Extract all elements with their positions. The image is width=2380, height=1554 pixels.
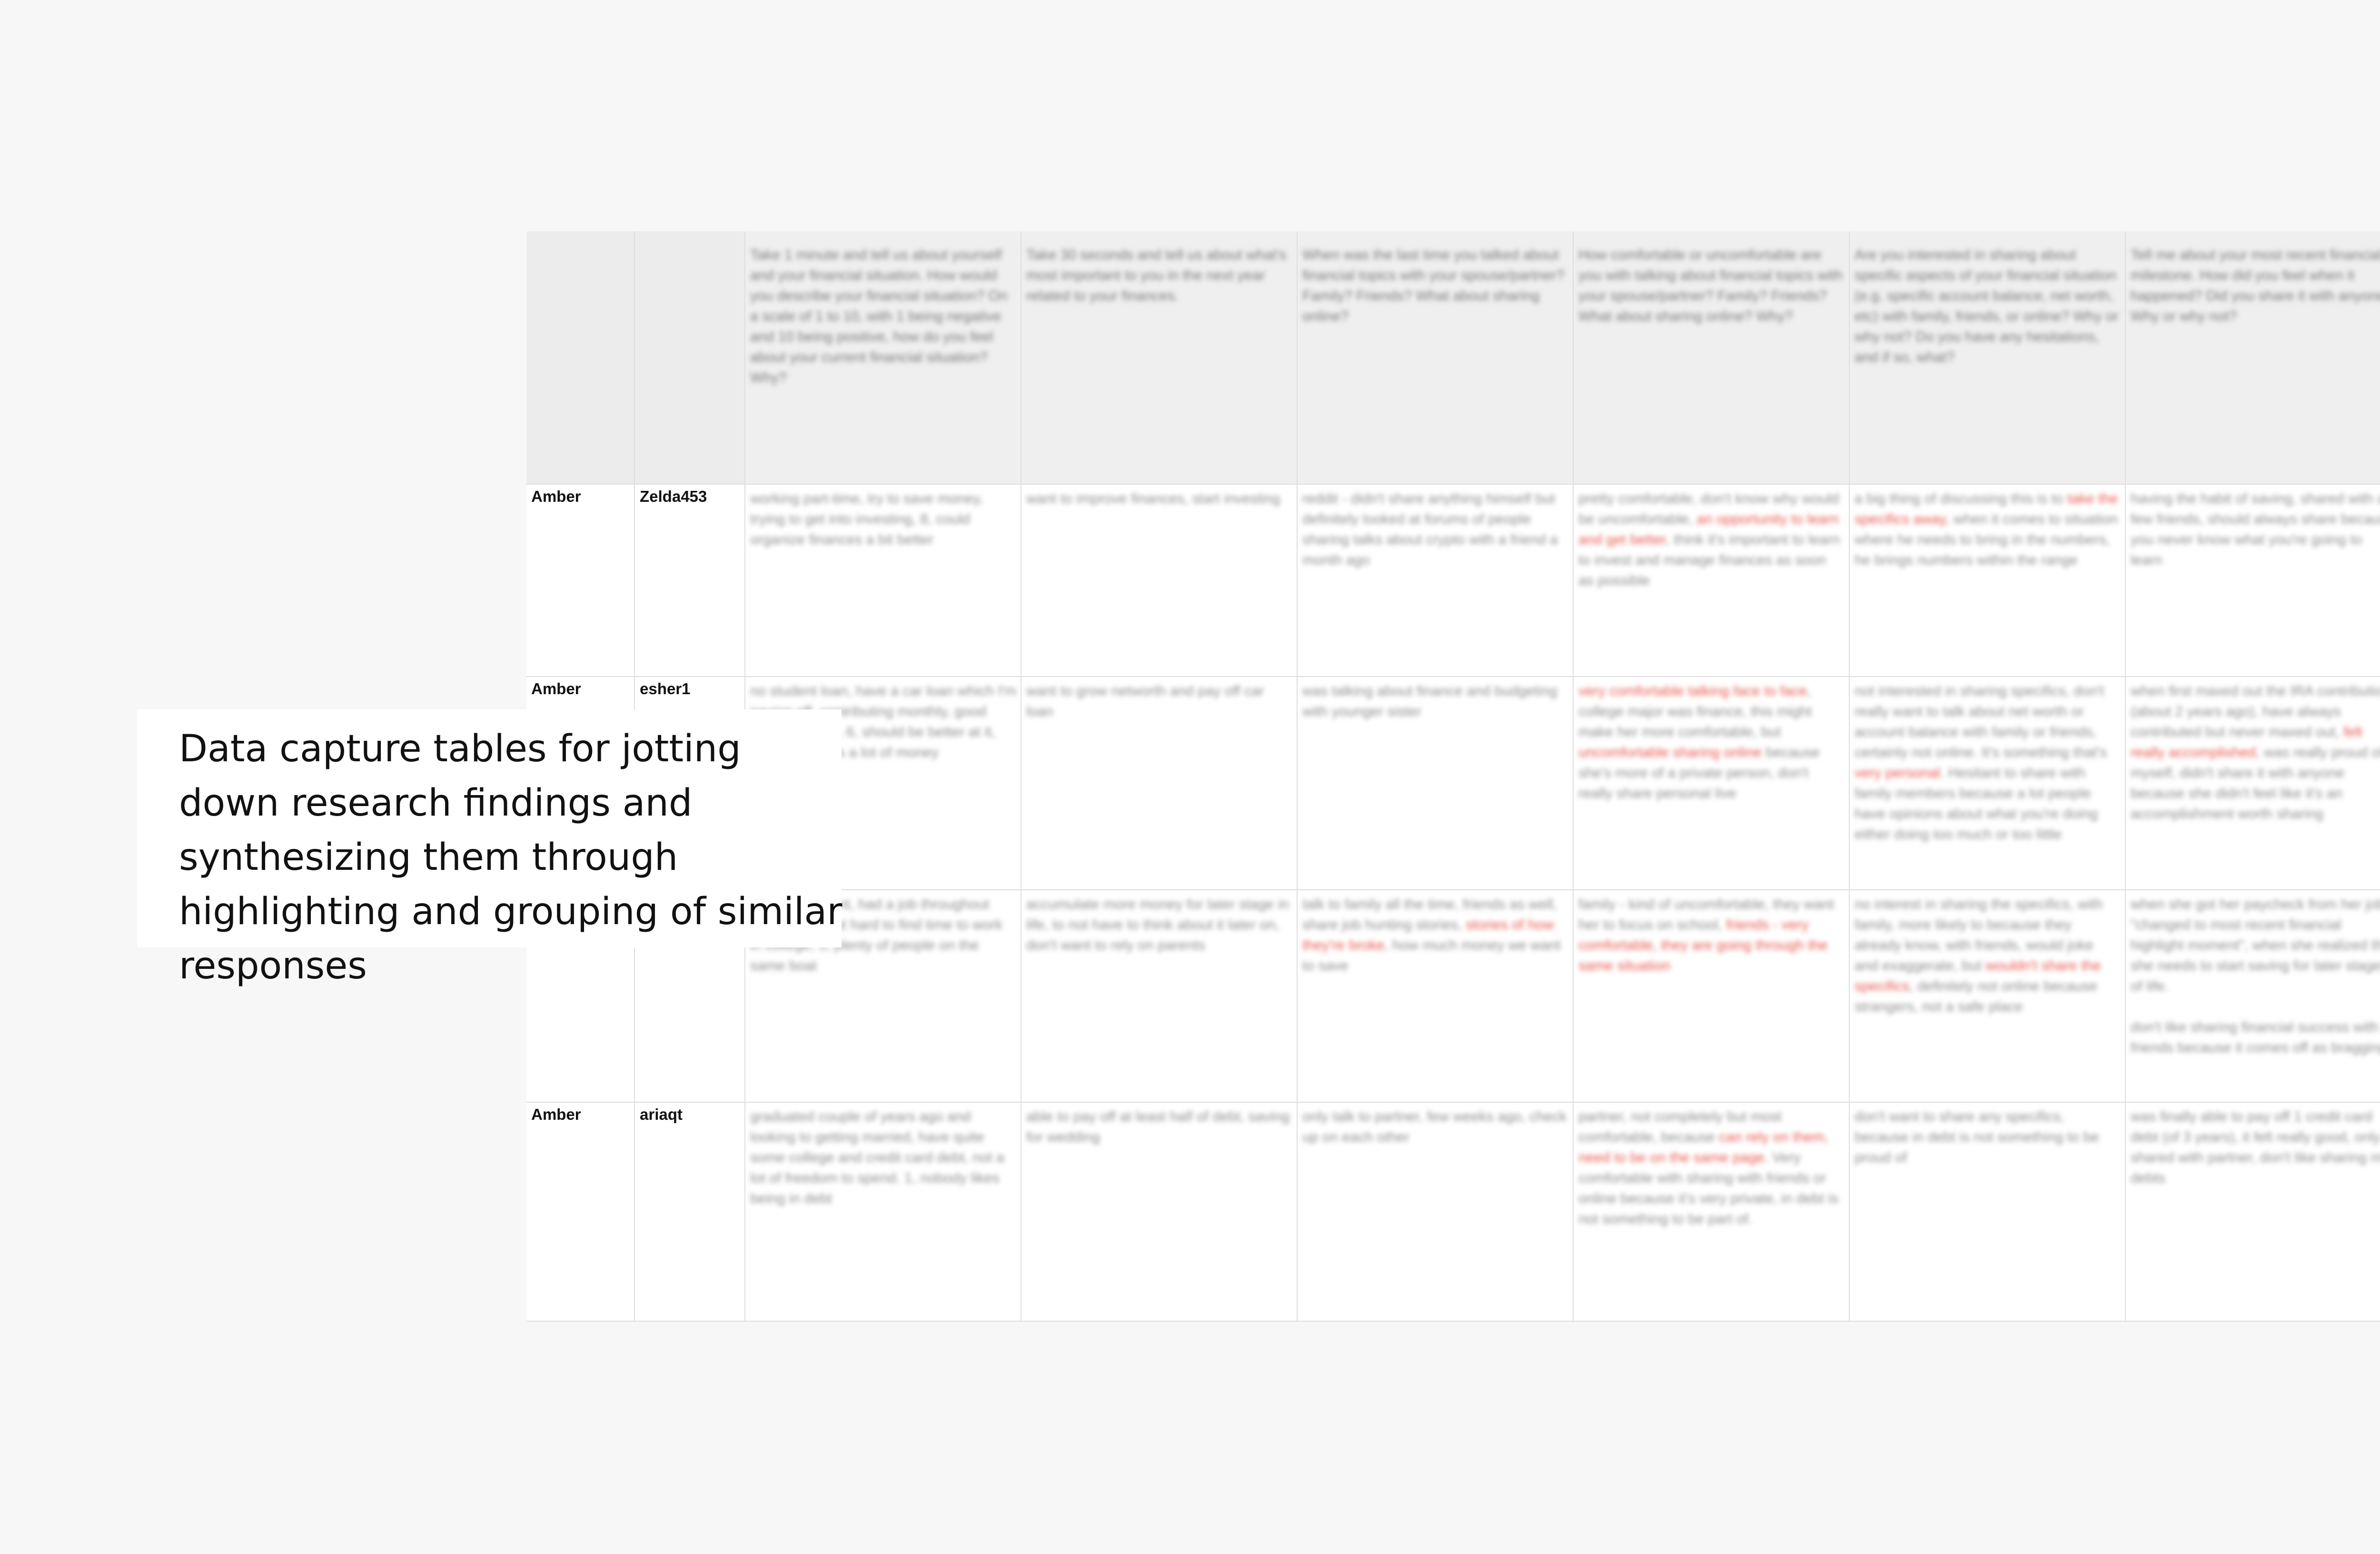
response-text: was finally able to pay off 1 credit car… — [2131, 1109, 2380, 1186]
answer-cell: a big thing of discussing this is to tak… — [1850, 485, 2126, 677]
response-text: when she got her paycheck from her job, … — [2131, 897, 2380, 1056]
answer-cell: accumulate more money for later stage in… — [1021, 890, 1298, 1103]
answer-cell: reddit - didn't share anything himself b… — [1298, 485, 1574, 677]
answer-cell: want to improve finances, start investin… — [1021, 485, 1298, 677]
answer-cell: was talking about finance and budgeting … — [1298, 677, 1574, 890]
answer-text: don't want to share any specifics, becau… — [1854, 1106, 2121, 1168]
response-text: when first maxed out the IRA contributio… — [2131, 683, 2380, 740]
answer-cell: only talk to partner, few weeks ago, che… — [1298, 1103, 1574, 1322]
answer-text: able to pay off at least half of debt, s… — [1026, 1106, 1293, 1147]
response-text: want to improve finances, start investin… — [1026, 491, 1280, 507]
participant-name: Zelda453 — [640, 488, 707, 505]
highlighted-response: uncomfortable sharing online — [1578, 745, 1762, 760]
answer-cell: talk to family all the time, friends as … — [1298, 890, 1574, 1103]
question-text: How comfortable or uncomfortable are you… — [1578, 247, 1843, 324]
answer-cell: was finally able to pay off 1 credit car… — [2126, 1103, 2380, 1322]
answer-cell: no interest in sharing the specifics, wi… — [1850, 890, 2126, 1103]
answer-cell: want to grow networth and pay off car lo… — [1021, 677, 1298, 890]
answer-text: partner, not completely but most comfort… — [1578, 1106, 1845, 1229]
question-header-6: Tell me about your most recent financial… — [2126, 231, 2380, 485]
answer-cell: graduated couple of years ago and lookin… — [745, 1103, 1021, 1322]
participant-name: esher1 — [640, 680, 691, 697]
answer-text: accumulate more money for later stage in… — [1026, 894, 1293, 956]
question-header-2: Take 30 seconds and tell us about what's… — [1021, 231, 1298, 485]
caption-box: Data capture tables for jotting down res… — [137, 709, 842, 987]
answer-cell: don't want to share any specifics, becau… — [1850, 1103, 2126, 1322]
answer-cell: having the habit of saving, shared with … — [2126, 485, 2380, 677]
answer-cell: when first maxed out the IRA contributio… — [2126, 677, 2380, 890]
answer-cell: not interested in sharing specifics, don… — [1850, 677, 2126, 890]
highlighted-response: very personal — [1854, 765, 1941, 781]
answer-cell: very comfortable talking face to face, c… — [1574, 677, 1850, 890]
response-text: able to pay off at least half of debt, s… — [1026, 1109, 1290, 1145]
response-text: working part-time, try to save money, tr… — [750, 491, 983, 548]
header-blank-interviewer — [526, 231, 635, 485]
answer-text: talk to family all the time, friends as … — [1302, 894, 1569, 976]
answer-text: pretty comfortable, don't know why would… — [1578, 488, 1845, 591]
response-text: not interested in sharing specifics, don… — [1854, 683, 2107, 760]
answer-text: only talk to partner, few weeks ago, che… — [1302, 1106, 1569, 1147]
question-header-4: How comfortable or uncomfortable are you… — [1574, 231, 1850, 485]
participant-cell: Zelda453 — [635, 485, 745, 677]
response-text: accumulate more money for later stage in… — [1026, 897, 1289, 953]
caption-text: Data capture tables for jotting down res… — [179, 727, 843, 987]
answer-text: graduated couple of years ago and lookin… — [750, 1106, 1017, 1209]
answer-text: reddit - didn't share anything himself b… — [1302, 488, 1569, 570]
interviewer-cell: Amber — [526, 485, 635, 677]
response-text: was talking about finance and budgeting … — [1302, 683, 1557, 719]
question-text: Take 1 minute and tell us about yourself… — [750, 247, 1008, 386]
interviewer-cell: Amber — [526, 1103, 635, 1322]
interviewer-name: Amber — [531, 1106, 581, 1123]
answer-text: want to grow networth and pay off car lo… — [1026, 681, 1293, 722]
question-header-1: Take 1 minute and tell us about yourself… — [745, 231, 1021, 485]
highlighted-response: very comfortable talking face to face — [1578, 683, 1807, 699]
response-text: don't want to share any specifics, becau… — [1854, 1109, 2099, 1166]
participant-cell: ariaqt — [635, 1103, 745, 1322]
answer-text: was finally able to pay off 1 credit car… — [2131, 1106, 2380, 1188]
question-header-3: When was the last time you talked about … — [1298, 231, 1574, 485]
response-text: reddit - didn't share anything himself b… — [1302, 491, 1558, 568]
answer-cell: when she got her paycheck from her job, … — [2126, 890, 2380, 1103]
question-text: Are you interested in sharing about spec… — [1854, 247, 2119, 365]
response-text: graduated couple of years ago and lookin… — [750, 1109, 1004, 1206]
answer-cell: family - kind of uncomfortable, they wan… — [1574, 890, 1850, 1103]
participant-name: ariaqt — [640, 1106, 683, 1123]
answer-text: when she got her paycheck from her job, … — [2131, 894, 2380, 1058]
question-text: When was the last time you talked about … — [1302, 247, 1565, 324]
answer-cell: partner, not completely but most comfort… — [1574, 1103, 1850, 1322]
answer-cell: working part-time, try to save money, tr… — [745, 485, 1021, 677]
question-text: Tell me about your most recent financial… — [2131, 247, 2380, 324]
response-text: only talk to partner, few weeks ago, che… — [1302, 1109, 1567, 1145]
response-text: having the habit of saving, shared with … — [2131, 491, 2380, 568]
answer-text: was talking about finance and budgeting … — [1302, 681, 1569, 722]
answer-cell: able to pay off at least half of debt, s… — [1021, 1103, 1298, 1322]
answer-text: not interested in sharing specifics, don… — [1854, 681, 2121, 845]
answer-text: want to improve finances, start investin… — [1026, 488, 1293, 509]
answer-text: working part-time, try to save money, tr… — [750, 488, 1017, 550]
header-blank-participant — [635, 231, 745, 485]
interviewer-name: Amber — [531, 488, 581, 505]
answer-text: very comfortable talking face to face, c… — [1578, 681, 1845, 804]
response-text: want to grow networth and pay off car lo… — [1026, 683, 1264, 719]
answer-text: no interest in sharing the specifics, wi… — [1854, 894, 2121, 1017]
answer-text: a big thing of discussing this is to tak… — [1854, 488, 2121, 570]
answer-text: family - kind of uncomfortable, they wan… — [1578, 894, 1845, 976]
answer-cell: pretty comfortable, don't know why would… — [1574, 485, 1850, 677]
answer-text: having the habit of saving, shared with … — [2131, 488, 2380, 570]
interviewer-name: Amber — [531, 680, 581, 697]
answer-text: when first maxed out the IRA contributio… — [2131, 681, 2380, 824]
question-text: Take 30 seconds and tell us about what's… — [1026, 247, 1287, 304]
response-text: a big thing of discussing this is to — [1854, 491, 2067, 507]
question-header-5: Are you interested in sharing about spec… — [1850, 231, 2126, 485]
